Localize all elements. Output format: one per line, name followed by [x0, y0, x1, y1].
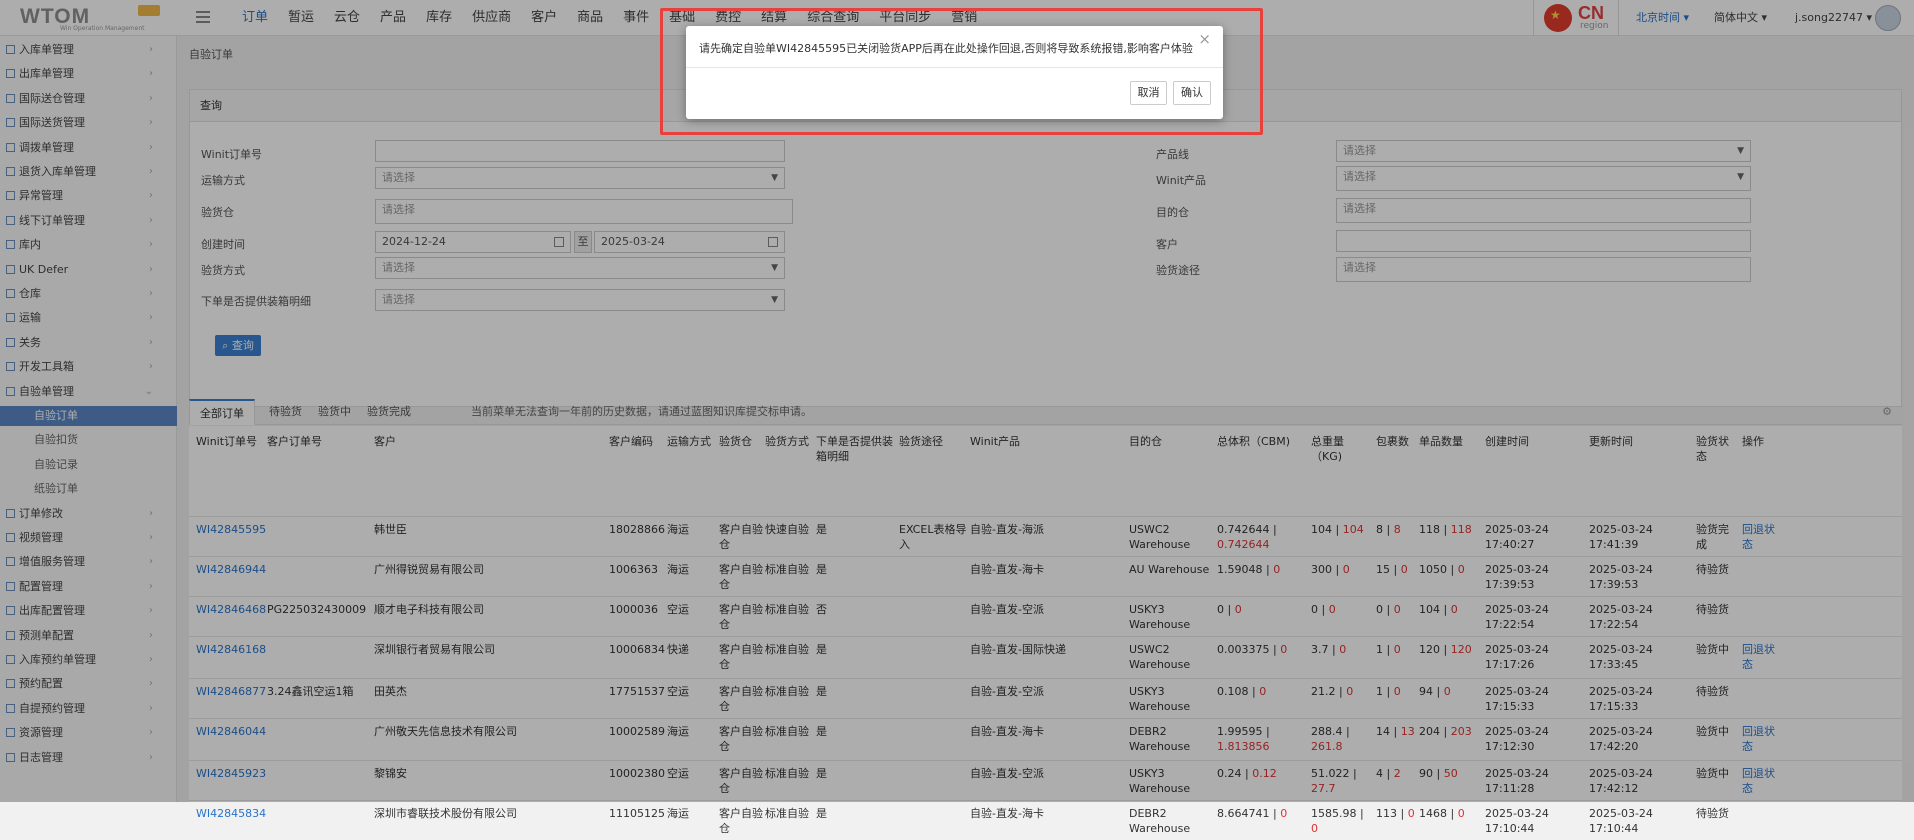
table-cell: DEBR2 Warehouse: [1129, 807, 1191, 835]
table-cell: 2025-03-24 17:10:44: [1589, 807, 1653, 835]
table-cell: 海运: [667, 807, 689, 820]
table-cell[interactable]: WI42845834: [196, 806, 266, 821]
table-cell: 标准自验: [765, 807, 809, 820]
table-cell: 11105125: [609, 807, 665, 820]
table-cell: 2025-03-24 17:10:44: [1485, 807, 1549, 835]
cancel-button[interactable]: 取消: [1130, 81, 1167, 105]
table-cell: 是: [816, 807, 827, 820]
table-cell: 客户自验仓: [719, 807, 763, 835]
dialog-divider: [686, 67, 1223, 68]
table-cell: 8.664741 | 0: [1217, 807, 1288, 820]
close-icon[interactable]: ×: [1198, 30, 1211, 48]
table-cell: 自验-直发-海卡: [970, 807, 1044, 820]
confirm-button[interactable]: 确认: [1173, 81, 1211, 105]
table-cell: 113 | 0: [1376, 807, 1415, 820]
confirm-dialog: 请先确定自验单WI42845595已关闭验货APP后再在此处操作回退,否则将导致…: [686, 26, 1223, 119]
table-cell: 深圳市睿联技术股份有限公司: [374, 807, 517, 820]
table-cell: 1468 | 0: [1419, 807, 1465, 820]
table-cell: 待验货: [1696, 807, 1729, 820]
table-cell: 1585.98 | 0: [1311, 807, 1364, 835]
dialog-message: 请先确定自验单WI42845595已关闭验货APP后再在此处操作回退,否则将导致…: [699, 42, 1193, 55]
